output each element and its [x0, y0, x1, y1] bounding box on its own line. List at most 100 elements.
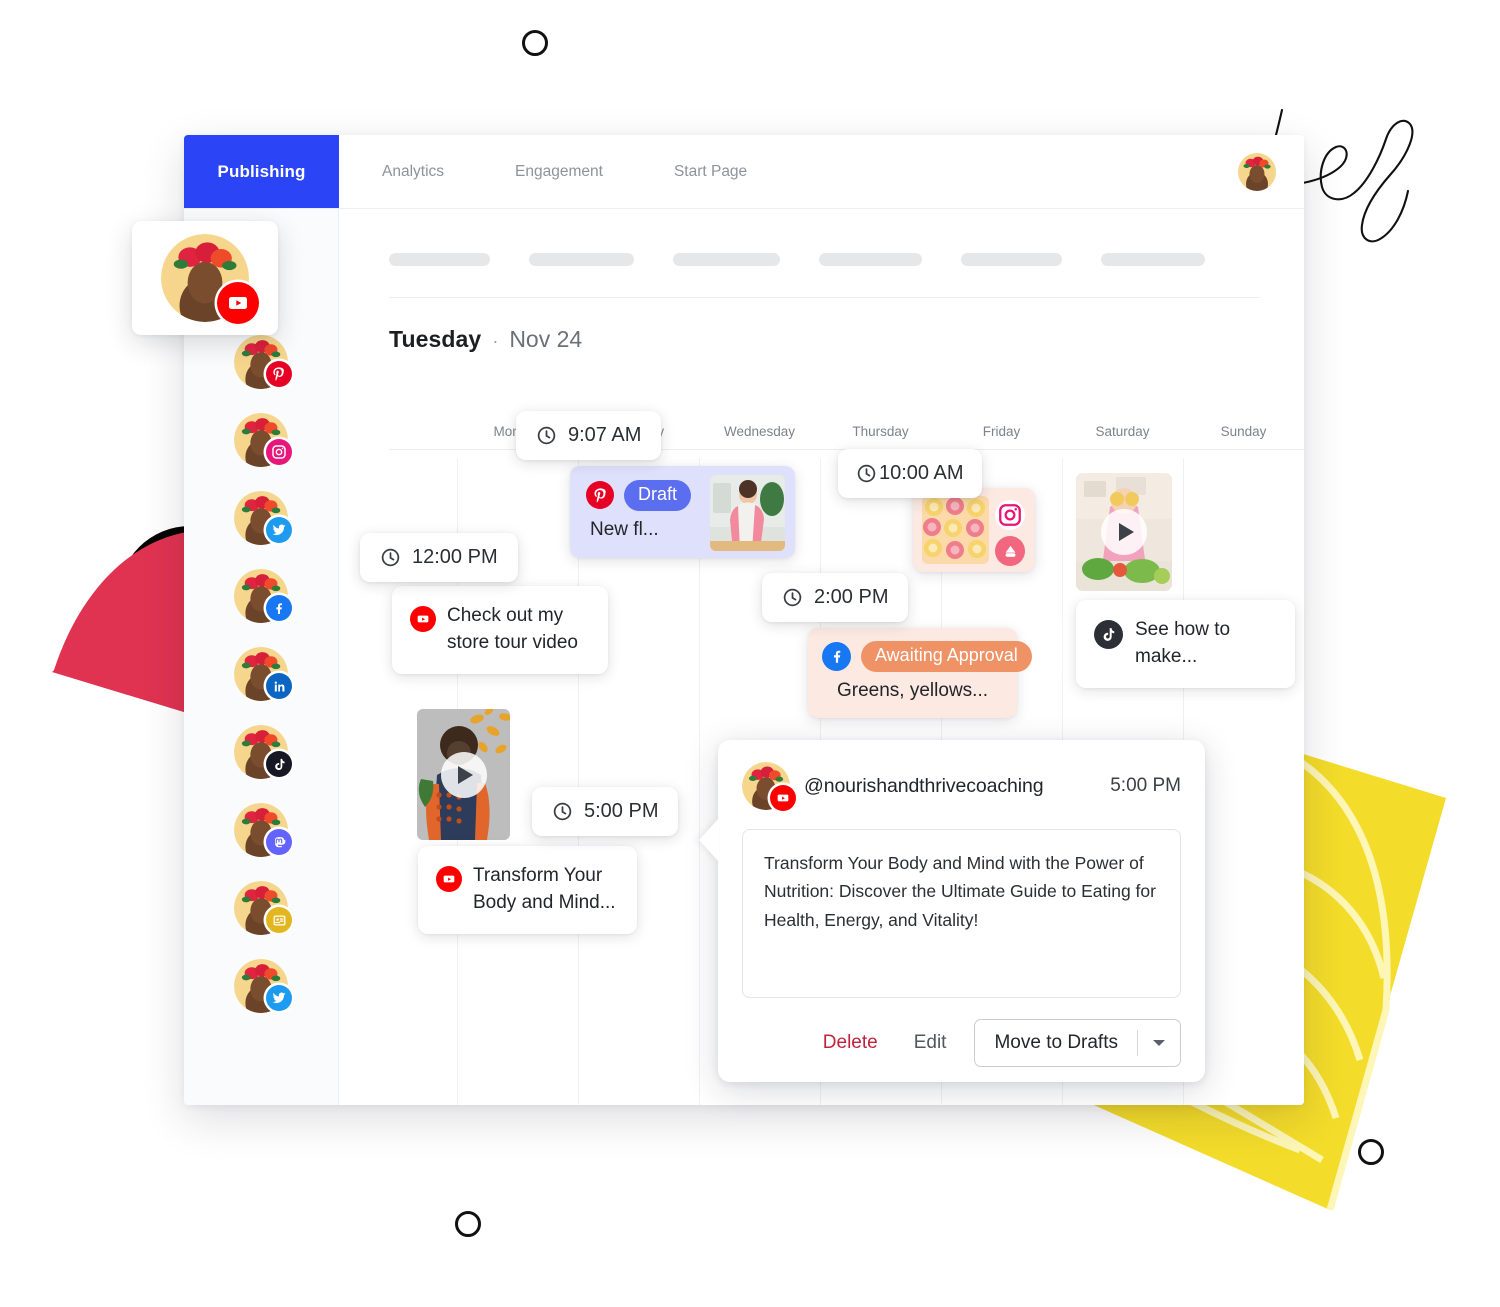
clock-icon [783, 588, 802, 607]
post-account-handle: @nourishandthrivecoaching [804, 774, 1044, 797]
chevron-down-icon [1153, 1040, 1165, 1046]
post-thumbnail [710, 475, 785, 551]
post-time-chip-10-00-am: 10:00 AM [838, 449, 982, 498]
play-icon[interactable] [1101, 509, 1147, 555]
move-to-drafts-button[interactable]: Move to Drafts [975, 1020, 1137, 1066]
account-rail-item-instagram[interactable] [234, 413, 292, 467]
post-detail-popover: @nourishandthrivecoaching 5:00 PM Transf… [699, 740, 1205, 1082]
avatar [234, 335, 292, 389]
post-time-label: 2:00 PM [814, 586, 889, 608]
skeleton-bar [819, 253, 922, 266]
avatar [234, 413, 292, 467]
selected-account-card[interactable] [132, 221, 278, 335]
account-rail-item-tiktok[interactable] [234, 725, 292, 779]
status-badge-awaiting-approval: Awaiting Approval [861, 641, 1032, 672]
post-card-facebook-awaiting-approval[interactable]: Awaiting Approval Greens, yellows... [808, 628, 1032, 718]
post-time-chip-5-00-pm: 5:00 PM [532, 787, 679, 836]
account-rail-item-facebook[interactable] [234, 569, 292, 623]
pinterest-icon [586, 481, 614, 510]
post-card-pinterest-draft[interactable]: Draft New fl... [570, 466, 795, 558]
post-detail-header: @nourishandthrivecoaching 5:00 PM [742, 762, 1181, 811]
play-icon[interactable] [440, 751, 487, 798]
nav-item-engagement[interactable]: Engagement [515, 163, 636, 181]
account-rail [184, 209, 339, 1105]
move-to-drafts-split-button: Move to Drafts [974, 1019, 1181, 1067]
clock-icon [381, 548, 400, 567]
google-business-icon [266, 907, 292, 933]
delete-button[interactable]: Delete [823, 1032, 878, 1054]
top-navigation-bar: Publishing Analytics Engagement Start Pa… [184, 135, 1304, 209]
avatar [234, 725, 292, 779]
avatar-image [1238, 152, 1276, 191]
youtube-icon [217, 282, 259, 324]
tiktok-icon [266, 751, 292, 777]
post-card-body: Check out my store tour video [410, 603, 590, 657]
skeleton-bar [529, 253, 634, 266]
decor-ring [455, 1211, 481, 1237]
avatar [234, 491, 292, 545]
mastodon-icon [266, 829, 292, 855]
instagram-story-icon [995, 536, 1025, 566]
youtube-icon [410, 606, 436, 632]
linkedin-icon [266, 673, 292, 699]
skeleton-bar [389, 253, 490, 266]
post-thumbnail [922, 496, 989, 564]
avatar [234, 959, 292, 1013]
post-thumbnail-tiktok-wrapper[interactable] [1076, 473, 1172, 591]
page-title-date: Nov 24 [509, 326, 583, 352]
post-thumbnail-youtube-wrapper[interactable] [417, 709, 510, 840]
post-card-text: See how to make... [1135, 619, 1231, 667]
skeleton-bar [961, 253, 1062, 266]
status-badge-draft: Draft [624, 480, 692, 511]
post-time-label: 5:00 PM [584, 800, 659, 822]
post-card-text: Check out my store tour video [447, 605, 578, 653]
post-card-instagram[interactable] [913, 488, 1035, 572]
nav-item-publishing-label: Publishing [217, 161, 306, 181]
day-label-wednesday: Wednesday [723, 424, 796, 439]
account-rail-item-pinterest[interactable] [234, 335, 292, 389]
nav-item-start-page[interactable]: Start Page [674, 163, 780, 181]
post-time-chip-12-00-pm: 12:00 PM [360, 533, 518, 582]
twitter-icon [266, 517, 292, 543]
account-rail-item-mastodon[interactable] [234, 803, 292, 857]
nav-item-engagement-label: Engagement [515, 162, 603, 180]
day-label-thursday: Thursday [852, 424, 909, 439]
popover-tail [699, 818, 719, 862]
avatar [161, 234, 259, 324]
avatar [234, 647, 292, 701]
post-card-body: Transform Your Body and Mind... [436, 863, 619, 917]
decor-ring [1358, 1139, 1384, 1165]
post-card-youtube-store-tour[interactable]: Check out my store tour video [392, 586, 608, 674]
user-avatar[interactable] [1238, 152, 1276, 191]
decor-ring [522, 30, 548, 56]
account-rail-item-linkedin[interactable] [234, 647, 292, 701]
post-time-label: 12:00 PM [412, 546, 498, 568]
post-time-label: 9:07 AM [568, 424, 642, 446]
day-label-sunday: Sunday [1220, 424, 1267, 439]
post-card-tiktok[interactable]: See how to make... [1076, 600, 1295, 688]
facebook-icon [266, 595, 292, 621]
clock-icon [537, 426, 556, 445]
post-card-header: Awaiting Approval [822, 641, 1032, 672]
account-rail-item-twitter[interactable] [234, 491, 292, 545]
account-rail-item-google-business[interactable] [234, 881, 292, 935]
account-rail-item-twitter-2[interactable] [234, 959, 292, 1013]
youtube-icon [436, 866, 462, 892]
post-time-label: 10:00 AM [879, 462, 964, 484]
post-card-body: See how to make... [1094, 617, 1277, 671]
avatar [742, 762, 796, 811]
nav-item-analytics[interactable]: Analytics [382, 163, 477, 181]
post-card-text: Greens, yellows... [837, 679, 988, 701]
post-card-text: Transform Your Body and Mind... [473, 865, 616, 913]
instagram-icon [266, 439, 292, 465]
day-label-friday: Friday [982, 424, 1021, 439]
clock-icon [857, 464, 876, 483]
post-card-youtube-transform[interactable]: Transform Your Body and Mind... [418, 846, 637, 934]
facebook-icon [822, 641, 851, 671]
instagram-icon [995, 500, 1025, 530]
page-title-weekday: Tuesday [389, 326, 482, 352]
move-to-drafts-dropdown-toggle[interactable] [1138, 1020, 1180, 1066]
edit-button[interactable]: Edit [914, 1032, 947, 1054]
post-scheduled-time: 5:00 PM [1110, 775, 1181, 796]
nav-item-publishing[interactable]: Publishing [184, 135, 339, 208]
